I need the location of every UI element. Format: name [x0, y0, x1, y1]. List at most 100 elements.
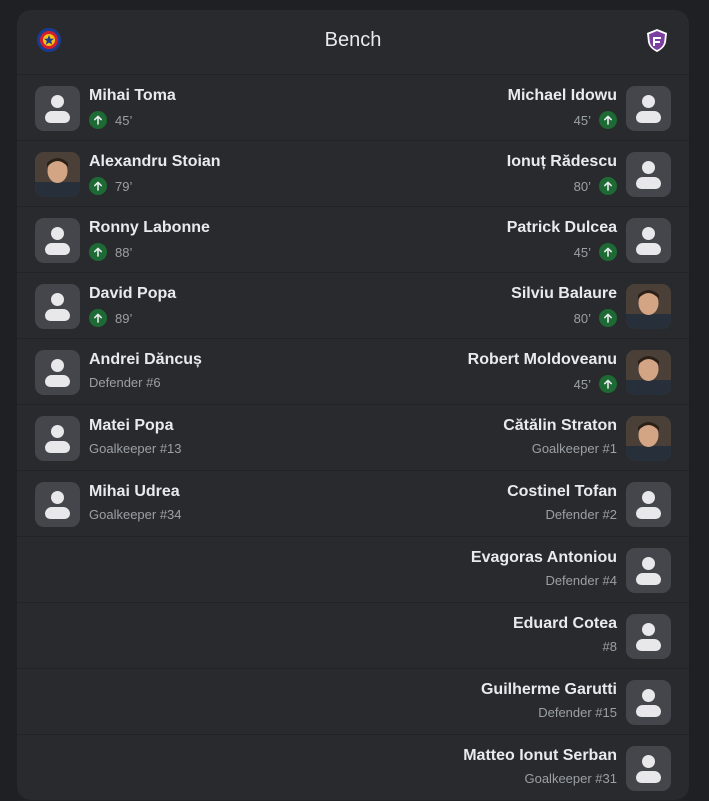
player-sub-text: 45’ [573, 244, 591, 260]
avatar-head-shape [642, 227, 655, 240]
avatar-placeholder-icon [626, 746, 671, 791]
player-sub-text: 45’ [573, 376, 591, 392]
bench-row: Andrei Dăncuș Defender #6 Robert Moldovean… [17, 339, 689, 405]
bench-row: Matei Popa Goalkeeper #13 Cătălin Straton G… [17, 405, 689, 471]
home-player[interactable]: David Popa 89’ [17, 273, 353, 338]
player-name: Costinel Tofan [507, 483, 617, 500]
player-sub-text: 80’ [573, 178, 591, 194]
home-player[interactable]: Andrei Dăncuș Defender #6 [17, 339, 353, 404]
player-sub-text: 80’ [573, 310, 591, 326]
home-player[interactable]: Ronny Labonne 88’ [17, 207, 353, 272]
bench-row: Ronny Labonne 88’ Patrick Dulcea 45’ [17, 207, 689, 273]
bench-card: Bench Mihai Toma 45’ Michael Idowu 45’ Alexa… [17, 10, 689, 801]
away-player[interactable]: Robert Moldoveanu 45’ [353, 339, 689, 404]
sub-in-arrow-icon [89, 243, 107, 261]
player-name: Matteo Ionut Serban [463, 747, 617, 764]
away-player[interactable]: Evagoras Antoniou Defender #4 [353, 537, 689, 602]
home-player[interactable]: Mihai Toma 45’ [17, 75, 353, 140]
sub-in-minute: 45’ [574, 111, 617, 129]
avatar-head-shape [642, 557, 655, 570]
sub-in-minute: 80’ [574, 177, 617, 195]
sub-in-minute: 45’ [574, 375, 617, 393]
player-sub-text: 88’ [115, 244, 133, 260]
player-name: Andrei Dăncuș [89, 351, 202, 368]
away-player[interactable]: Matteo Ionut Serban Goalkeeper #31 [353, 735, 689, 800]
away-player[interactable]: Guilherme Garutti Defender #15 [353, 669, 689, 734]
player-name: David Popa [89, 285, 177, 302]
player-photo-art [626, 284, 671, 329]
page-title: Bench [324, 29, 382, 51]
player-position: Goalkeeper #34 [89, 507, 182, 522]
player-name: Ionuț Rădescu [506, 153, 617, 170]
away-player[interactable]: Ionuț Rădescu 80’ [353, 141, 689, 206]
avatar-placeholder-icon [626, 218, 671, 263]
player-position: Defender #2 [545, 507, 617, 522]
sub-in-minute: 80’ [574, 309, 617, 327]
player-position: Goalkeeper #31 [524, 771, 617, 786]
away-player[interactable]: Silviu Balaure 80’ [353, 273, 689, 338]
avatar-placeholder-icon [35, 284, 80, 329]
sub-in-arrow-icon [89, 177, 107, 195]
avatar-placeholder-icon [35, 350, 80, 395]
player-sub-text: Defender #4 [545, 573, 617, 588]
avatar-head-shape [642, 161, 655, 174]
sub-in-arrow-icon [89, 309, 107, 327]
player-photo-art [626, 350, 671, 395]
away-player[interactable]: Patrick Dulcea 45’ [353, 207, 689, 272]
player-sub-text: Goalkeeper #34 [89, 507, 182, 522]
player-sub-text: Defender #6 [89, 375, 161, 390]
sub-in-minute: 45’ [89, 111, 132, 129]
player-photo-art [35, 152, 80, 197]
player-name: Mihai Udrea [89, 483, 180, 500]
avatar-body-shape [45, 243, 70, 255]
bench-row: Eduard Cotea #8 [17, 603, 689, 669]
avatar-placeholder-icon [35, 218, 80, 263]
avatar-body-shape [45, 309, 70, 321]
home-player[interactable]: Mihai Udrea Goalkeeper #34 [17, 471, 353, 536]
bench-row: Mihai Toma 45’ Michael Idowu 45’ [17, 75, 689, 141]
avatar-head-shape [51, 293, 64, 306]
away-player[interactable]: Eduard Cotea #8 [353, 603, 689, 668]
bench-row: Evagoras Antoniou Defender #4 [17, 537, 689, 603]
avatar-head-shape [642, 623, 655, 636]
player-name: Matei Popa [89, 417, 174, 434]
player-sub-text: 45’ [573, 112, 591, 128]
player-position: Goalkeeper #13 [89, 441, 182, 456]
player-sub-text: 45’ [115, 112, 133, 128]
sub-in-minute: 45’ [574, 243, 617, 261]
bench-row: Alexandru Stoian 79’ Ionuț Rădescu 80’ [17, 141, 689, 207]
avatar-head-shape [642, 755, 655, 768]
player-sub-text: Defender #15 [538, 705, 617, 720]
player-sub-text: 79’ [115, 178, 133, 194]
player-sub-text: Goalkeeper #31 [524, 771, 617, 786]
player-sub-text: 89’ [115, 310, 133, 326]
player-position: Defender #15 [538, 705, 617, 720]
away-player[interactable]: Michael Idowu 45’ [353, 75, 689, 140]
away-player[interactable]: Cătălin Straton Goalkeeper #1 [353, 405, 689, 470]
avatar-body-shape [636, 639, 661, 651]
avatar-body-shape [636, 243, 661, 255]
player-name: Guilherme Garutti [480, 681, 617, 698]
avatar-placeholder-icon [626, 152, 671, 197]
home-player[interactable]: Alexandru Stoian 79’ [17, 141, 353, 206]
player-name: Ronny Labonne [89, 219, 210, 236]
avatar-body-shape [636, 177, 661, 189]
sub-in-arrow-icon [89, 111, 107, 129]
player-sub-text: Goalkeeper #1 [531, 441, 617, 456]
fc-arges-crest-icon[interactable] [644, 27, 670, 53]
avatar-body-shape [636, 573, 661, 585]
away-player[interactable]: Costinel Tofan Defender #2 [353, 471, 689, 536]
avatar-head-shape [51, 95, 64, 108]
home-player[interactable]: Matei Popa Goalkeeper #13 [17, 405, 353, 470]
bench-row: David Popa 89’ Silviu Balaure 80’ [17, 273, 689, 339]
player-photo [626, 416, 671, 461]
player-name: Alexandru Stoian [89, 153, 221, 170]
sub-in-arrow-icon [599, 309, 617, 327]
avatar-head-shape [642, 95, 655, 108]
avatar-body-shape [636, 705, 661, 717]
player-name: Evagoras Antoniou [470, 549, 617, 566]
player-name: Silviu Balaure [511, 285, 617, 302]
player-sub-text: Goalkeeper #13 [89, 441, 182, 456]
avatar-head-shape [642, 491, 655, 504]
player-photo-art [626, 416, 671, 461]
